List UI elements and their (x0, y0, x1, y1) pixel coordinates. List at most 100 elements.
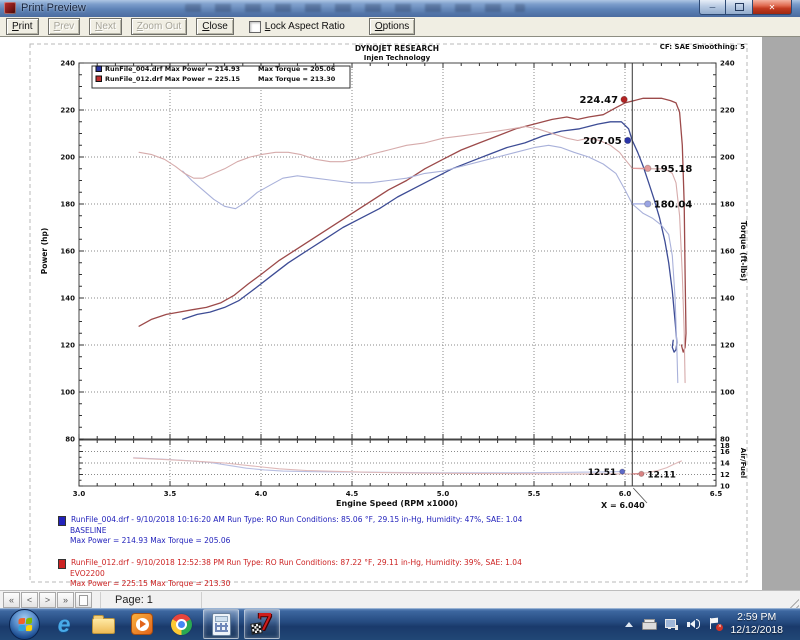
action-center-tray-icon[interactable]: × (709, 618, 721, 630)
run-info: RunFile_004.drf - 9/10/2018 10:16:20 AM … (58, 515, 522, 601)
windows-logo-icon (18, 617, 32, 631)
previous-page-button[interactable]: < (21, 592, 38, 608)
next-label: Next (95, 21, 116, 32)
separator (100, 592, 101, 608)
lock-aspect-ratio-label: Lock Aspect Ratio (265, 21, 345, 32)
gridlines (79, 63, 716, 486)
print-button[interactable]: Print (6, 18, 39, 35)
taskbar: e 7 × 2:59 PM 12/12/2018 (0, 608, 800, 640)
run-header: RunFile_004.drf - 9/10/2018 10:16:20 AM … (71, 515, 522, 525)
close-label: Close (202, 21, 228, 32)
svg-text:240: 240 (60, 60, 75, 68)
taskbar-item-chrome[interactable] (164, 610, 198, 638)
folder-icon (92, 618, 115, 634)
close-preview-button[interactable]: Close (196, 18, 234, 35)
app-icon (4, 2, 16, 14)
svg-text:195.18: 195.18 (654, 164, 693, 175)
svg-text:240: 240 (720, 60, 735, 68)
titlebar-ghost-text (185, 4, 525, 12)
document-icon (79, 595, 88, 606)
zoom-out-label: Zoom Out (137, 21, 181, 32)
chart-legend: RunFile_004.drf Max Power = 214.93 Max To… (92, 65, 350, 88)
next-button[interactable]: Next (89, 18, 122, 35)
taskbar-item-media-player[interactable] (125, 610, 159, 638)
calculator-icon (212, 613, 231, 636)
svg-text:Max Torque = 205.06: Max Torque = 205.06 (258, 65, 336, 73)
system-tray: × 2:59 PM 12/12/2018 (625, 611, 791, 637)
zoom-out-button[interactable]: Zoom Out (131, 18, 187, 35)
svg-text:6.5: 6.5 (710, 490, 723, 498)
svg-text:200: 200 (60, 154, 75, 162)
page-setup-button[interactable] (75, 592, 92, 608)
window-controls: ─ ✕ (699, 0, 792, 15)
printer-tray-icon[interactable] (642, 619, 656, 630)
clock[interactable]: 2:59 PM 12/12/2018 (730, 611, 783, 637)
svg-text:180: 180 (720, 201, 735, 209)
chrome-icon (171, 614, 192, 635)
svg-text:3.0: 3.0 (73, 490, 86, 498)
lock-aspect-ratio-control: Lock Aspect Ratio (249, 21, 345, 33)
start-button[interactable] (9, 609, 40, 640)
series-power-baseline (183, 122, 677, 352)
prev-button[interactable]: Prev (48, 18, 81, 35)
run-name: EVO2200 (58, 569, 522, 579)
run-info-block-baseline: RunFile_004.drf - 9/10/2018 10:16:20 AM … (58, 515, 522, 546)
first-page-button[interactable]: « (3, 592, 20, 608)
page-indicator: Page: 1 (115, 594, 153, 606)
network-tray-icon[interactable] (665, 619, 678, 630)
svg-text:5.5: 5.5 (528, 490, 541, 498)
axis-labels: 8080100100120120140140160160180180200200… (40, 60, 748, 509)
series-torque-evo2200 (139, 127, 685, 383)
svg-text:CF: SAE Smoothing: 5: CF: SAE Smoothing: 5 (660, 43, 745, 51)
print-label: Print (12, 21, 33, 32)
svg-text:180.04: 180.04 (654, 199, 693, 210)
volume-tray-icon[interactable] (687, 619, 700, 629)
svg-text:RunFile_004.drf Max Power = 21: RunFile_004.drf Max Power = 214.93 (105, 65, 240, 73)
titlebar[interactable]: Print Preview ─ ✕ (0, 0, 800, 18)
window-title: Print Preview (21, 2, 86, 14)
svg-text:6.0: 6.0 (619, 490, 632, 498)
svg-text:200: 200 (720, 154, 735, 162)
svg-text:100: 100 (60, 389, 75, 397)
close-button[interactable]: ✕ (753, 0, 792, 15)
resize-grip[interactable] (786, 595, 799, 608)
taskbar-item-internet-explorer[interactable]: e (47, 610, 81, 638)
svg-text:DYNOJET RESEARCH: DYNOJET RESEARCH (355, 44, 439, 53)
toolbar: Print Prev Next Zoom Out Close Lock Aspe… (0, 17, 800, 37)
next-page-button[interactable]: > (39, 592, 56, 608)
svg-text:3.5: 3.5 (164, 490, 177, 498)
restore-button[interactable] (726, 0, 753, 15)
svg-text:120: 120 (60, 342, 75, 350)
options-button[interactable]: Options (369, 18, 415, 35)
taskbar-item-file-explorer[interactable] (86, 610, 120, 638)
taskbar-item-calculator[interactable] (203, 609, 239, 639)
winpep7-icon: 7 (251, 612, 273, 636)
svg-text:Power (hp): Power (hp) (40, 228, 49, 275)
svg-text:140: 140 (60, 295, 75, 303)
svg-text:100: 100 (720, 389, 735, 397)
cursor-readout: X = 6.040 (601, 501, 645, 510)
svg-text:160: 160 (60, 248, 75, 256)
prev-label: Prev (54, 21, 75, 32)
svg-text:12.11: 12.11 (647, 470, 675, 480)
svg-text:5.0: 5.0 (437, 490, 450, 498)
minimize-button[interactable]: ─ (699, 0, 726, 15)
svg-text:12.51: 12.51 (588, 468, 616, 478)
svg-text:Air/Fuel: Air/Fuel (739, 448, 747, 478)
show-hidden-icons-button[interactable] (625, 622, 633, 627)
svg-text:12: 12 (720, 471, 730, 479)
svg-text:224.47: 224.47 (579, 95, 618, 106)
clock-date: 12/12/2018 (730, 624, 783, 637)
svg-text:Injen Technology: Injen Technology (364, 54, 431, 62)
taskbar-item-winpep7[interactable]: 7 (244, 609, 280, 639)
lock-aspect-ratio-checkbox[interactable] (249, 21, 261, 33)
svg-text:4.0: 4.0 (255, 490, 268, 498)
run-max-values: Max Power = 225.15 Max Torque = 213.30 (58, 579, 522, 589)
run-info-block-evo2200: RunFile_012.drf - 9/10/2018 12:52:38 PM … (58, 558, 522, 589)
last-page-button[interactable]: » (57, 592, 74, 608)
run-name: BASELINE (58, 526, 522, 536)
separator (201, 592, 202, 608)
run-max-values: Max Power = 214.93 Max Torque = 205.06 (58, 536, 522, 546)
restore-icon (735, 3, 744, 11)
axis-ticks (79, 63, 716, 486)
